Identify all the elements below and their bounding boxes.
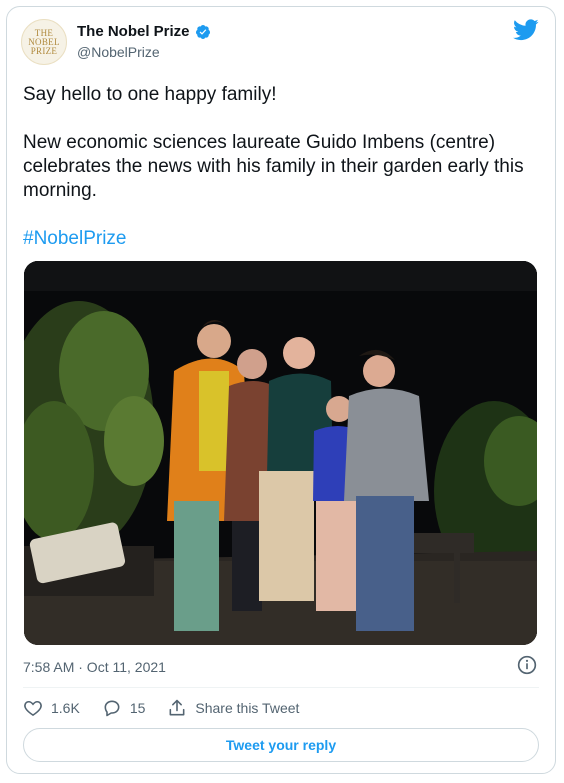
action-bar: 1.6K 15 Share this Tweet <box>23 697 539 719</box>
tweet-header: THE NOBEL PRIZE The Nobel Prize @NobelPr… <box>21 17 541 67</box>
like-count: 1.6K <box>51 700 80 716</box>
hashtag-link[interactable]: #NobelPrize <box>23 228 127 249</box>
twitter-bird-icon[interactable] <box>513 19 539 41</box>
tweet-card: THE NOBEL PRIZE The Nobel Prize @NobelPr… <box>6 6 556 774</box>
handle[interactable]: @NobelPrize <box>77 44 211 60</box>
avatar-line-3: PRIZE <box>30 45 58 56</box>
heart-icon <box>24 700 42 717</box>
share-icon <box>169 699 185 716</box>
like-button[interactable]: 1.6K <box>23 698 80 718</box>
reply-count: 15 <box>129 700 146 716</box>
tweet-line-2: New economic sciences laureate Guido Imb… <box>23 132 524 201</box>
tweet-timestamp[interactable]: 7:58 AM · Oct 11, 2021 <box>23 659 166 675</box>
divider <box>23 687 539 688</box>
display-name-row[interactable]: The Nobel Prize <box>77 23 211 40</box>
share-button[interactable]: Share this Tweet <box>167 698 299 718</box>
share-label: Share this Tweet <box>195 700 300 716</box>
author-block: The Nobel Prize @NobelPrize <box>77 23 211 60</box>
info-icon[interactable] <box>517 655 537 675</box>
reply-button[interactable]: 15 <box>102 698 146 718</box>
display-name[interactable]: The Nobel Prize <box>77 23 190 40</box>
verified-badge-icon <box>195 24 210 39</box>
tweet-text: Say hello to one happy family! New econo… <box>23 83 535 275</box>
tweet-line-1: Say hello to one happy family! <box>23 84 277 105</box>
tweet-photo[interactable] <box>24 261 537 645</box>
tweet-your-reply-button[interactable]: Tweet your reply <box>23 728 539 762</box>
family-photo-illustration <box>24 261 537 645</box>
reply-icon <box>104 700 120 717</box>
avatar[interactable]: THE NOBEL PRIZE <box>21 19 67 65</box>
